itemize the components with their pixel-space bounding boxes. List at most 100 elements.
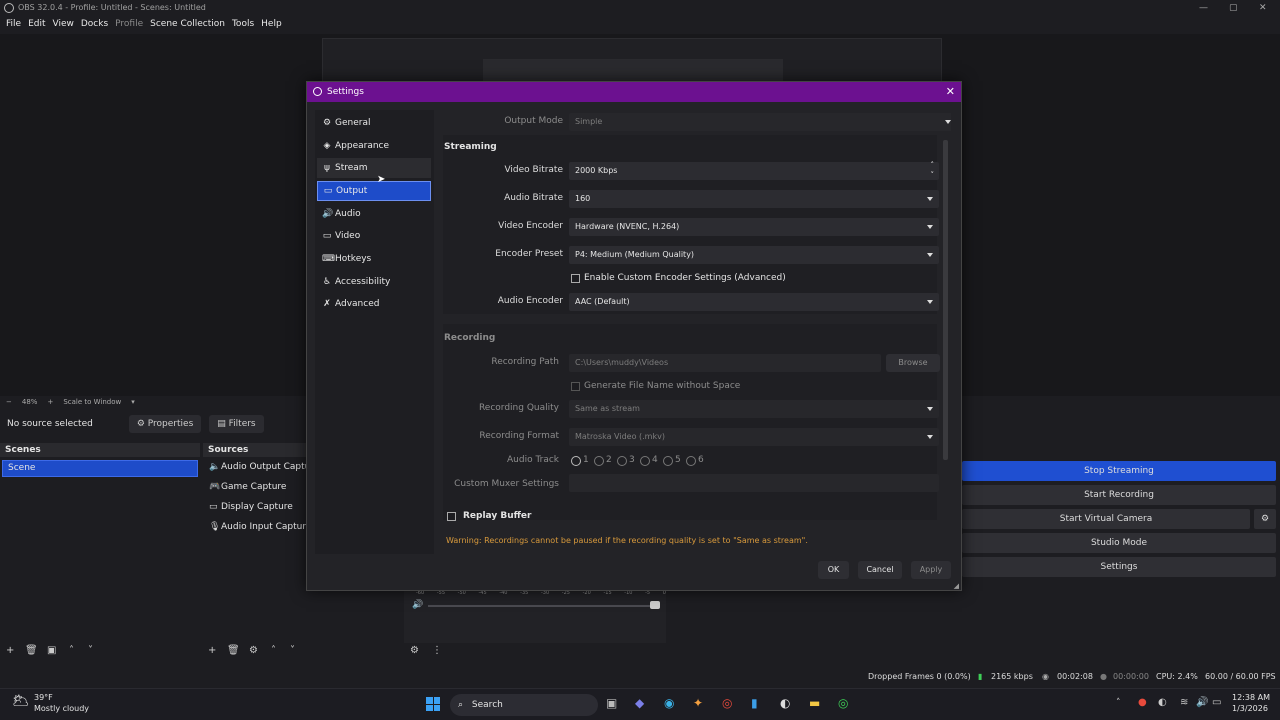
video-bitrate-spinbox[interactable]: 2000 Kbps ˄ ˅ [569, 160, 939, 180]
encoder-preset-select[interactable]: P4: Medium (Medium Quality) [569, 246, 939, 264]
studio-mode-button[interactable]: Studio Mode [962, 533, 1276, 553]
stop-streaming-button[interactable]: Stop Streaming [962, 461, 1276, 481]
more-options-icon[interactable]: ⋮ [432, 645, 442, 656]
audio-bitrate-select[interactable]: 160 [569, 190, 939, 208]
no-space-label[interactable]: Generate File Name without Space [584, 381, 740, 391]
menu-tools[interactable]: Tools [231, 16, 260, 32]
close-icon[interactable]: ✕ [946, 82, 955, 102]
filters-button[interactable]: ▤ Filters [209, 415, 264, 433]
clock-date[interactable]: 1/3/2026 [1232, 704, 1268, 713]
add-scene-icon[interactable]: + [6, 645, 14, 656]
zoom-in-icon[interactable]: + [47, 396, 53, 408]
weather-temp[interactable]: 39°F [34, 693, 53, 702]
tray-icon[interactable]: ◐ [1158, 697, 1167, 708]
spinner-arrows-icon[interactable]: ˄ ˅ [931, 160, 935, 180]
scale-mode[interactable]: Scale to Window [63, 396, 121, 408]
nav-output[interactable]: ▭ Output [317, 181, 431, 201]
track-radio[interactable] [663, 456, 673, 466]
tray-app-icon[interactable]: ● [1138, 697, 1147, 708]
no-space-checkbox[interactable] [571, 382, 580, 391]
menu-docks[interactable]: Docks [80, 16, 114, 32]
source-properties-icon[interactable]: ⚙ [249, 645, 258, 656]
gear-icon[interactable]: ⚙ [1254, 509, 1276, 529]
chrome-alt-icon[interactable]: ◎ [838, 696, 848, 710]
track-radio[interactable] [686, 456, 696, 466]
volume-slider-handle[interactable] [650, 601, 660, 609]
tray-chevron-icon[interactable]: ˄ [1116, 698, 1121, 708]
remove-scene-icon[interactable]: 🗑 [25, 645, 38, 656]
taskbar-search[interactable]: ⌕ Search [450, 694, 598, 716]
close-window-icon[interactable]: ✕ [1259, 0, 1267, 16]
clock-time[interactable]: 12:38 AM [1232, 693, 1270, 702]
teams-icon[interactable]: ◆ [635, 696, 644, 710]
source-item[interactable]: 🎮Game Capture [203, 477, 310, 497]
settings-scrollbar[interactable] [943, 140, 948, 460]
cancel-button[interactable]: Cancel [858, 561, 902, 579]
menu-edit[interactable]: Edit [27, 16, 51, 32]
track-radio[interactable] [617, 456, 627, 466]
zoom-out-icon[interactable]: − [6, 396, 12, 408]
nav-video[interactable]: ▭ Video [317, 226, 431, 246]
track-radio[interactable] [640, 456, 650, 466]
nav-hotkeys[interactable]: ⌨ Hotkeys [317, 249, 431, 269]
chrome-icon[interactable]: ◎ [722, 696, 732, 710]
nav-stream[interactable]: ψ Stream [317, 158, 431, 178]
menu-view[interactable]: View [52, 16, 80, 32]
source-up-icon[interactable]: ˄ [271, 645, 276, 656]
volume-slider-track[interactable] [428, 605, 658, 607]
wifi-icon[interactable]: ≋ [1180, 697, 1188, 708]
weather-desc[interactable]: Mostly cloudy [34, 704, 89, 713]
replay-buffer-label[interactable]: Replay Buffer [463, 511, 531, 521]
video-encoder-select[interactable]: Hardware (NVENC, H.264) [569, 218, 939, 236]
remove-source-icon[interactable]: 🗑 [227, 645, 240, 656]
volume-tray-icon[interactable]: 🔊 [1196, 697, 1208, 708]
source-down-icon[interactable]: ˅ [290, 645, 295, 656]
scene-filter-icon[interactable]: ▣ [47, 645, 56, 656]
source-item[interactable]: 🔈Audio Output Capture [203, 457, 310, 477]
audio-encoder-select[interactable]: AAC (Default) [569, 293, 939, 311]
ok-button[interactable]: OK [818, 561, 849, 579]
recording-path-input[interactable]: C:\Users\muddy\Videos [569, 354, 881, 372]
task-view-icon[interactable]: ▣ [606, 696, 617, 710]
nav-general[interactable]: ⚙ General [317, 113, 431, 133]
nav-audio[interactable]: 🔊 Audio [317, 204, 431, 224]
menu-help[interactable]: Help [260, 16, 288, 32]
nav-appearance[interactable]: ◈ Appearance [317, 136, 431, 156]
apply-button[interactable]: Apply [911, 561, 951, 579]
scene-item[interactable]: Scene [2, 460, 198, 477]
file-explorer-icon[interactable]: ▬ [809, 696, 820, 710]
minimize-icon[interactable]: — [1199, 0, 1208, 16]
add-source-icon[interactable]: + [208, 645, 216, 656]
obs-taskbar-icon[interactable]: ◐ [780, 696, 790, 710]
source-item[interactable]: ▭ Display Capture [203, 497, 310, 517]
menu-profile[interactable]: Profile [114, 16, 149, 32]
maximize-icon[interactable]: ▢ [1229, 0, 1238, 16]
properties-button[interactable]: ⚙ Properties [128, 415, 202, 433]
start-recording-button[interactable]: Start Recording [962, 485, 1276, 505]
replay-buffer-checkbox[interactable] [447, 512, 456, 521]
menu-scene-collection[interactable]: Scene Collection [149, 16, 231, 32]
browse-button[interactable]: Browse [886, 354, 940, 372]
chevron-down-icon[interactable]: ▾ [131, 396, 135, 408]
volume-icon[interactable]: 🔊 [412, 600, 423, 610]
settings-button[interactable]: Settings [962, 557, 1276, 577]
battery-icon[interactable]: ▭ [1212, 697, 1221, 708]
menu-file[interactable]: File [5, 16, 27, 32]
mixer-settings-icon[interactable]: ⚙ [410, 645, 419, 656]
muxer-input[interactable] [569, 474, 939, 492]
copilot-icon[interactable]: ✦ [693, 696, 703, 710]
track-radio[interactable] [594, 456, 604, 466]
resize-grip-icon[interactable]: ◢ [954, 582, 959, 590]
edge-icon[interactable]: ◉ [664, 696, 674, 710]
recording-format-select[interactable]: Matroska Video (.mkv) [569, 428, 939, 446]
output-mode-select[interactable]: Simple [569, 113, 951, 131]
track-radio[interactable] [571, 456, 581, 466]
app-icon[interactable]: ▮ [751, 696, 758, 710]
nav-accessibility[interactable]: ♿ Accessibility [317, 272, 431, 292]
custom-encoder-label[interactable]: Enable Custom Encoder Settings (Advanced… [584, 273, 786, 283]
custom-encoder-checkbox[interactable] [571, 274, 580, 283]
start-virtual-camera-button[interactable]: Start Virtual Camera [962, 509, 1250, 529]
recording-quality-select[interactable]: Same as stream [569, 400, 939, 418]
move-up-icon[interactable]: ˄ [69, 645, 74, 656]
nav-advanced[interactable]: ✗ Advanced [317, 294, 431, 314]
